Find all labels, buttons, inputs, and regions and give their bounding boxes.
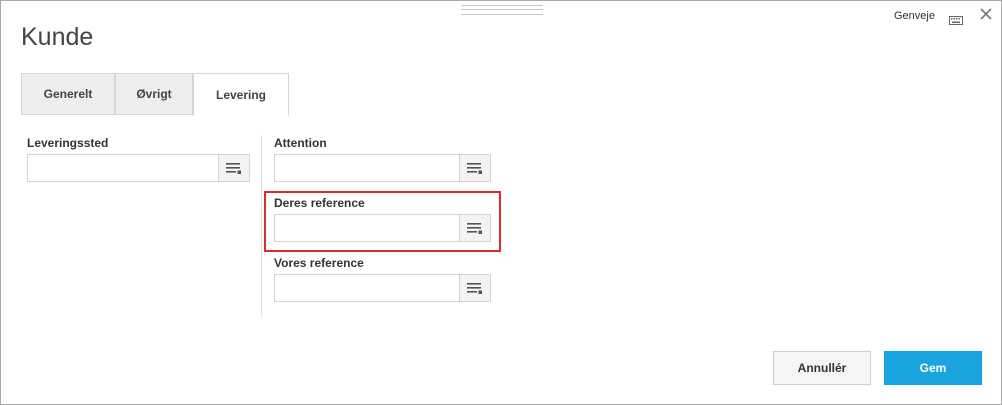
list-lookup-icon[interactable] [459, 155, 490, 181]
leveringssted-field [27, 154, 250, 182]
shortcuts-link[interactable]: Genveje [894, 10, 935, 22]
vores-reference-field [274, 274, 491, 302]
vores-reference-label: Vores reference [274, 256, 364, 270]
customer-dialog: Genveje Kunde Generelt Øvrigt Levering L… [0, 0, 1002, 405]
leveringssted-input[interactable] [28, 155, 220, 181]
tab-ovrigt[interactable]: Øvrigt [115, 73, 193, 115]
drag-handle[interactable] [461, 5, 543, 15]
close-icon[interactable] [978, 6, 994, 22]
tab-levering[interactable]: Levering [193, 73, 289, 116]
attention-input[interactable] [275, 155, 461, 181]
vores-reference-input[interactable] [275, 275, 461, 301]
deres-reference-input[interactable] [275, 215, 461, 241]
list-lookup-icon[interactable] [459, 275, 490, 301]
attention-label: Attention [274, 136, 327, 150]
save-button[interactable]: Gem [884, 351, 982, 385]
list-lookup-icon[interactable] [459, 215, 490, 241]
leveringssted-label: Leveringssted [27, 136, 109, 150]
cancel-button[interactable]: Annullér [773, 351, 871, 385]
deres-reference-field [274, 214, 491, 242]
keyboard-icon[interactable] [949, 12, 963, 25]
dialog-title: Kunde [21, 23, 94, 51]
deres-reference-label: Deres reference [274, 196, 365, 210]
column-divider [261, 135, 262, 317]
tab-generelt[interactable]: Generelt [21, 73, 115, 115]
attention-field [274, 154, 491, 182]
list-lookup-icon[interactable] [218, 155, 249, 181]
